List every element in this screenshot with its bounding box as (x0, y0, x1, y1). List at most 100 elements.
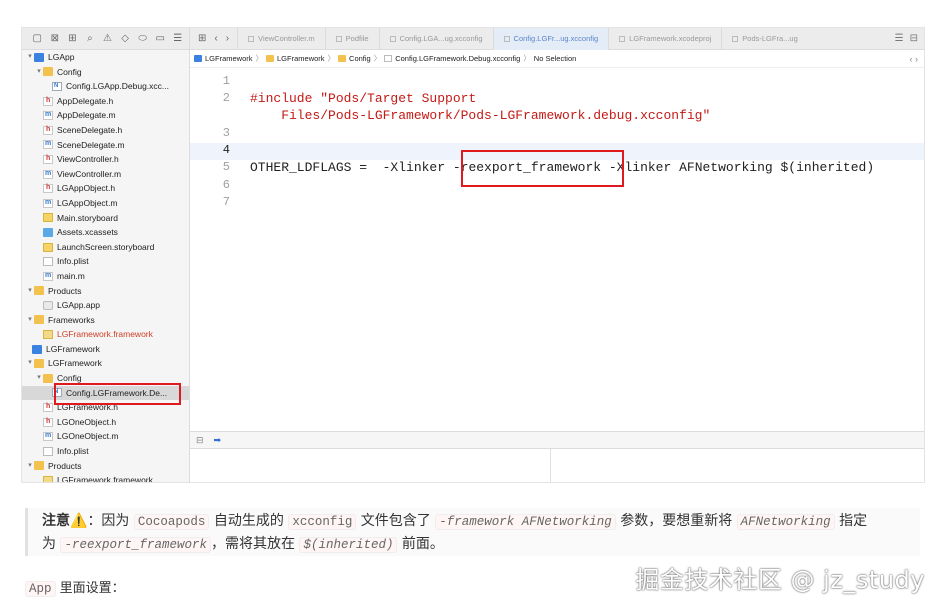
disclosure-icon[interactable]: ▾ (26, 356, 34, 371)
disclosure-icon[interactable]: ▾ (26, 459, 34, 474)
forward-icon[interactable]: › (226, 33, 229, 44)
inline-code: $(inherited) (299, 537, 398, 553)
note-text: 文件包含了 (356, 513, 436, 529)
tree-item-label: LGFramework.framework (57, 329, 153, 340)
tree-item[interactable]: LGAppObject.m (22, 196, 189, 211)
disclosure-icon[interactable]: ▾ (35, 65, 43, 80)
breakpoint-icon[interactable]: ➡ (214, 435, 222, 446)
breadcrumb-item[interactable]: Config.LGFramework.Debug.xcconfig (395, 54, 520, 63)
file-icon (389, 35, 396, 42)
tree-item[interactable]: Main.storyboard (22, 211, 189, 226)
tree-item-label: LGFramework (46, 343, 100, 354)
tree-item[interactable]: AppDelegate.h (22, 94, 189, 109)
breadcrumb-item[interactable]: LGFramework (205, 54, 253, 63)
tree-item[interactable]: ▾ Config (22, 65, 189, 80)
tab-label: Config.LGA...ug.xcconfig (399, 33, 483, 43)
tree-item[interactable]: LGOneObject.h (22, 415, 189, 430)
editor-tab[interactable]: Pods-LGFra...ug (721, 28, 807, 50)
tree-item[interactable]: ViewController.m (22, 167, 189, 182)
line-number: 6 (222, 178, 230, 192)
code-area[interactable]: 1 2 3 4 5 6 7 #include "Pods/Target Supp… (190, 68, 924, 428)
hierarchy-icon[interactable]: ⊞ (67, 33, 78, 44)
tree-item[interactable]: Info.plist (22, 254, 189, 269)
tree-item-label: main.m (57, 270, 85, 281)
editor-options-icon[interactable]: ☰ (895, 33, 904, 44)
breadcrumb-item[interactable]: No Selection (534, 54, 577, 63)
tree-item[interactable]: ▾ Products (22, 459, 189, 474)
tag-icon[interactable]: ⬭ (137, 33, 148, 44)
breadcrumb: LGFramework 〉 LGFramework 〉 Config 〉 Con… (190, 50, 924, 68)
tree-item-label: ViewController.m (57, 168, 122, 179)
line-number: 5 (222, 160, 230, 174)
line-number: 7 (222, 195, 230, 209)
list-icon[interactable]: ☰ (173, 33, 184, 44)
tree-item[interactable]: LGFramework (22, 342, 189, 357)
tree-item-label: Info.plist (57, 256, 89, 267)
split-editor-icon[interactable]: ⊟ (910, 33, 918, 44)
include-path: "Pods/Target Support (320, 91, 477, 106)
file-icon (43, 257, 53, 267)
tree-item[interactable]: main.m (22, 269, 189, 284)
file-icon (43, 196, 53, 210)
file-icon (32, 344, 42, 354)
folder-icon[interactable]: ▢ (32, 33, 43, 44)
warning-icon[interactable]: ⚠ (102, 33, 113, 44)
tree-item[interactable]: ▾ Products (22, 284, 189, 299)
editor-tab[interactable]: Config.LGA...ug.xcconfig (378, 28, 493, 50)
tree-item[interactable]: AppDelegate.m (22, 108, 189, 123)
tree-item[interactable]: Info.plist (22, 444, 189, 459)
note-text: 为 (42, 536, 61, 552)
line-number: 3 (222, 126, 230, 140)
tree-item[interactable]: ▾ LGFramework (22, 356, 189, 371)
tree-item[interactable]: LaunchScreen.storyboard (22, 240, 189, 255)
editor-tab[interactable]: Podfile (324, 28, 379, 50)
note-text: ，需将其放在 (210, 536, 300, 552)
tree-item-label: SceneDelegate.h (57, 124, 123, 135)
tree-item[interactable]: LGAppObject.h (22, 181, 189, 196)
file-icon (619, 35, 626, 42)
breadcrumb-item[interactable]: LGFramework (277, 54, 325, 63)
disclosure-icon[interactable]: ▾ (26, 50, 34, 65)
file-icon (43, 415, 53, 429)
file-icon (43, 476, 53, 482)
editor-tab[interactable]: LGFramework.xcodeproj (608, 28, 721, 50)
issue-nav-icon[interactable]: ‹ › (910, 54, 925, 64)
grid-icon[interactable]: ⊞ (198, 33, 206, 44)
breadcrumb-item[interactable]: Config (349, 54, 371, 63)
tree-item-label: ViewController.h (57, 154, 119, 165)
tree-item[interactable]: LGFramework.framework (22, 327, 189, 342)
tree-item[interactable]: LGFramework.framework (22, 473, 189, 482)
diamond-icon[interactable]: ◇ (120, 33, 131, 44)
tree-item-label: SceneDelegate.m (57, 139, 125, 150)
inline-code: xcconfig (288, 514, 357, 530)
tree-item[interactable]: Config.LGApp.Debug.xcc... (22, 79, 189, 94)
file-icon (335, 35, 342, 42)
tab-label: Config.LGFr...ug.xcconfig (513, 33, 599, 43)
disclosure-icon[interactable]: ▾ (26, 284, 34, 299)
tree-item[interactable]: ▾ LGApp (22, 50, 189, 65)
disclosure-icon[interactable]: ▾ (35, 371, 43, 386)
file-icon (43, 94, 53, 108)
comment-icon[interactable]: ▭ (155, 33, 166, 44)
tree-item-label: LGFramework (48, 358, 102, 369)
tree-item-label: LGApp (48, 52, 75, 62)
file-icon (43, 167, 53, 181)
file-icon (43, 108, 53, 123)
note-text: 自动生成的 (209, 513, 289, 529)
debug-bar: ⊟ ➡ (190, 431, 924, 449)
xcode-screenshot: ▢ ⊠ ⊞ ⌕ ⚠ ◇ ⬭ ▭ ☰ ▾ LGApp ▾ Config Config.LG… (21, 27, 925, 483)
tree-item[interactable]: SceneDelegate.h (22, 123, 189, 138)
editor-tab[interactable]: ViewController.m (237, 28, 325, 50)
tree-item[interactable]: ViewController.h (22, 152, 189, 167)
tree-item[interactable]: LGOneObject.m (22, 429, 189, 444)
tree-item[interactable]: Assets.xcassets (22, 225, 189, 240)
search-icon[interactable]: ⌕ (85, 33, 96, 44)
tree-item[interactable]: LGApp.app (22, 298, 189, 313)
tree-item[interactable]: ▾ Frameworks (22, 313, 189, 328)
tree-item[interactable]: SceneDelegate.m (22, 137, 189, 153)
x-square-icon[interactable]: ⊠ (50, 33, 61, 44)
disclosure-icon[interactable]: ▾ (26, 313, 34, 328)
editor-tab[interactable]: Config.LGFr...ug.xcconfig (492, 28, 609, 50)
back-icon[interactable]: ‹ (214, 33, 217, 44)
hide-debug-icon[interactable]: ⊟ (196, 435, 204, 446)
